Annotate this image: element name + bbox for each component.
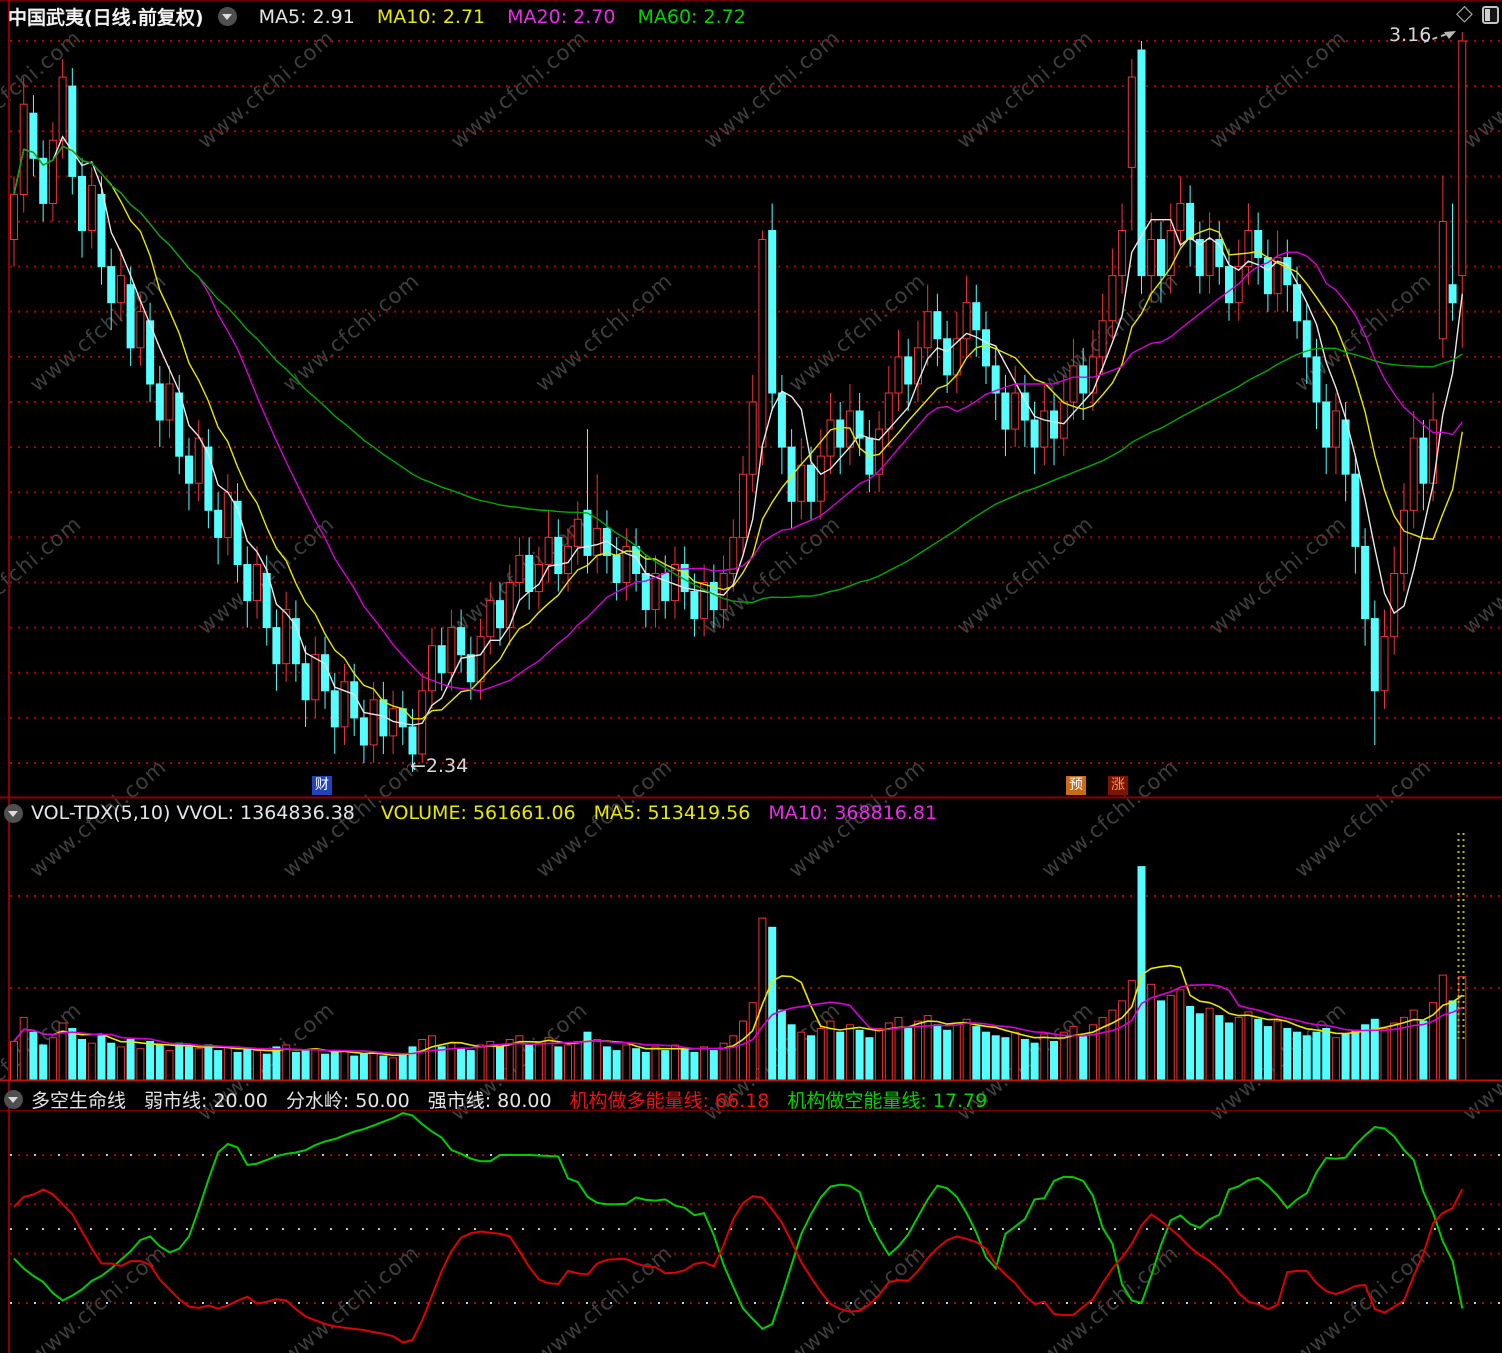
high-price-label: 3.16 xyxy=(1389,24,1432,46)
indicator-header: 多空生命线 弱市线: 20.00 分水岭: 50.00 强市线: 80.00 机… xyxy=(4,1086,987,1113)
long-energy-label: 机构做多能量线: 66.18 xyxy=(569,1090,770,1112)
volume-header: VOL-TDX(5,10) VVOL: 1364836.38 VOLUME: 5… xyxy=(4,802,937,824)
short-energy-label: 机构做空能量线: 17.79 xyxy=(787,1090,988,1112)
indicator-name: 多空生命线 xyxy=(31,1090,127,1112)
stock-chart-window: www.cfchi.com www.cfchi.com www.cfchi.com w… xyxy=(0,0,1502,1353)
chevron-down-icon[interactable] xyxy=(4,803,23,823)
chevron-down-icon[interactable] xyxy=(4,1090,23,1109)
badge-yu[interactable]: 预 xyxy=(1066,776,1086,795)
vol-ma10-value: MA10: 368816.81 xyxy=(768,802,938,824)
ma5-value: MA5: 2.91 xyxy=(258,5,355,28)
volume-pane[interactable] xyxy=(10,833,1502,1081)
diamond-icon[interactable]: ◇ xyxy=(1456,3,1473,25)
ma10-value: MA10: 2.71 xyxy=(376,5,486,28)
vol-indicator-label: VOL-TDX(5,10) VVOL: 1364836.38 xyxy=(31,802,355,824)
badge-zhang[interactable]: 涨 xyxy=(1108,776,1128,795)
chart-canvas[interactable] xyxy=(0,0,1502,1353)
main-pane[interactable] xyxy=(10,31,1502,773)
pane-dividers xyxy=(0,0,1502,1353)
volume-value: VOLUME: 561661.06 xyxy=(380,802,576,824)
weak-line-label: 弱市线: 20.00 xyxy=(144,1090,268,1112)
ma60-value: MA60: 2.72 xyxy=(637,5,746,28)
chevron-down-icon[interactable] xyxy=(217,7,237,26)
indicator-pane[interactable] xyxy=(10,1112,1502,1344)
vol-ma5-value: MA5: 513419.56 xyxy=(593,802,751,824)
main-chart-header: 中国武夷(日线.前复权) MA5: 2.91 MA10: 2.71 MA20: … xyxy=(8,3,746,30)
panel-toggle-icon[interactable] xyxy=(1482,6,1499,24)
badge-cai[interactable]: 财 xyxy=(312,776,332,795)
stock-title: 中国武夷(日线.前复权) xyxy=(8,7,204,29)
divide-line-label: 分水岭: 50.00 xyxy=(285,1090,410,1112)
ma20-value: MA20: 2.70 xyxy=(507,5,616,28)
strong-line-label: 强市线: 80.00 xyxy=(427,1090,552,1112)
low-price-label: ←2.34 xyxy=(410,755,469,777)
